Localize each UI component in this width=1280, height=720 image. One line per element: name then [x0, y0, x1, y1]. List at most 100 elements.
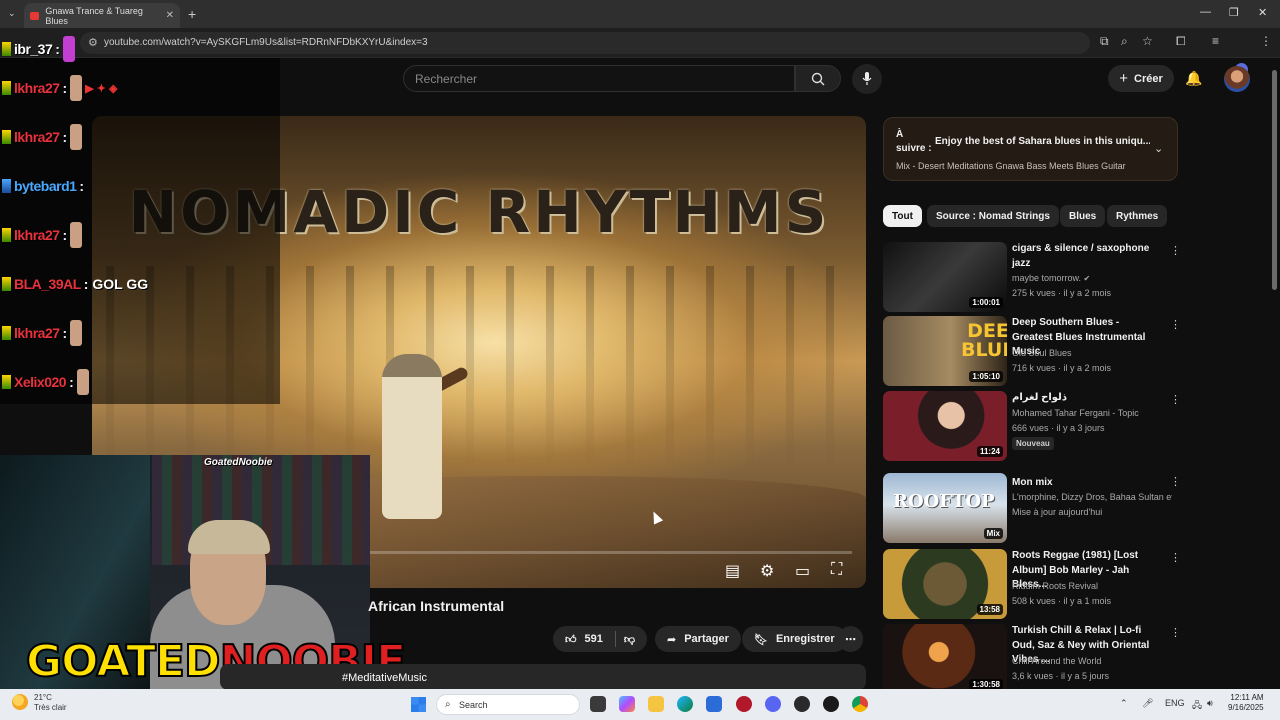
extensions-icon[interactable]: ⧠ — [1176, 34, 1186, 49]
language-indicator[interactable]: ENG — [1165, 698, 1185, 708]
more-vertical-icon[interactable]: ⋮ — [1170, 551, 1181, 564]
recommendation-thumbnail[interactable]: 11:24 — [883, 391, 1007, 461]
webcam-name-tag: GoatedNoobie — [204, 457, 273, 468]
weather-temp: 21°C — [34, 693, 52, 702]
chat-message: ibr_37 : — [2, 34, 75, 64]
notifications-bell-icon[interactable]: 🔔 — [1185, 70, 1202, 87]
browser-tab-active[interactable]: Gnawa Trance & Tuareg Blues ✕ — [24, 3, 180, 28]
chat-badge-icon — [2, 130, 11, 144]
chat-badge-icon — [2, 277, 11, 291]
weather-sun-icon[interactable] — [12, 694, 28, 710]
recommendation-item[interactable]: 1:30:58 Turkish Chill & Relax | Lo-fi Ou… — [883, 624, 1181, 694]
more-actions-button[interactable]: ⋯ — [838, 626, 863, 652]
tray-mic-icon[interactable]: 🎤︎ — [1142, 698, 1153, 709]
discord-icon[interactable] — [765, 696, 781, 712]
maximize-icon[interactable]: ❐ — [1229, 6, 1239, 19]
recommendation-item[interactable]: 11:24 ذلواح لغرام Mohamed Tahar Fergani … — [883, 391, 1181, 461]
browser-menu-icon[interactable]: ⋮ — [1260, 34, 1272, 48]
recommendation-item[interactable]: 1:00:01 cigars & silence / saxophone jaz… — [883, 242, 1181, 312]
tray-volume-icon[interactable]: 🔊︎ — [1207, 698, 1213, 709]
youtube-favicon-icon — [30, 11, 40, 20]
chat-badge-icon — [2, 228, 11, 242]
app-red-icon[interactable] — [736, 696, 752, 712]
window-close-icon[interactable]: ✕ — [1258, 6, 1267, 19]
recommendation-thumbnail[interactable]: 1:00:01 — [883, 242, 1007, 312]
chat-emote-icon — [70, 222, 83, 248]
more-vertical-icon[interactable]: ⋮ — [1170, 244, 1181, 257]
tab-list-icon[interactable]: ⌄ — [8, 8, 16, 19]
file-explorer-icon[interactable] — [648, 696, 664, 712]
tray-network-icon[interactable]: 🖧︎ — [1192, 698, 1202, 714]
recommendation-meta: 716 k vues · il y a 2 mois — [1012, 363, 1112, 373]
recommendation-item[interactable]: ROOFTOP Mix Mon mix L'morphine, Dizzy Dr… — [883, 473, 1181, 543]
weather-widget[interactable]: 21°C Très clair — [34, 693, 67, 714]
copilot-icon[interactable] — [619, 696, 635, 712]
thumbs-down-icon[interactable]: 👎︎ — [624, 633, 635, 646]
recommendation-item[interactable]: DEEPBLUES 1:05:10 Deep Southern Blues - … — [883, 316, 1181, 386]
task-view-icon[interactable] — [590, 696, 606, 712]
chrome-icon[interactable] — [852, 696, 868, 712]
tab-close-icon[interactable]: ✕ — [166, 10, 174, 21]
store-icon[interactable] — [706, 696, 722, 712]
chat-message: lkhra27 : — [2, 220, 83, 250]
address-bar-row: ⚙ youtube.com/watch?v=AySKGFLm9Us&list=R… — [0, 28, 1280, 76]
page-scrollbar[interactable] — [1270, 60, 1278, 688]
media-control-icon[interactable]: ≡ — [1212, 34, 1219, 48]
more-vertical-icon[interactable]: ⋮ — [1170, 393, 1181, 406]
description-box[interactable]: #MeditativeMusic — [220, 664, 866, 690]
chat-emote-icon — [62, 36, 75, 62]
create-button[interactable]: + Créer — [1108, 65, 1174, 92]
fullscreen-icon[interactable]: ⛶ — [831, 561, 842, 579]
more-vertical-icon[interactable]: ⋮ — [1170, 318, 1181, 331]
share-button[interactable]: ➦ Partager — [655, 626, 741, 652]
theater-mode-icon[interactable]: ▭ — [795, 561, 810, 581]
edge-browser-icon[interactable] — [677, 696, 693, 712]
recommendation-item[interactable]: 13:58 Roots Reggae (1981) [Lost Album] B… — [883, 549, 1181, 619]
search-input[interactable]: Rechercher — [403, 65, 795, 92]
verified-icon: ✔ — [1083, 274, 1091, 283]
video-progress-bar[interactable] — [362, 551, 852, 554]
subtitles-icon[interactable]: ▤ — [725, 561, 740, 581]
voice-search-button[interactable] — [852, 64, 882, 94]
scrollbar-thumb[interactable] — [1272, 70, 1277, 290]
plus-icon: + — [1119, 70, 1128, 87]
site-info-icon[interactable]: ⚙ — [88, 36, 98, 49]
description-hashtag[interactable]: #MeditativeMusic — [342, 672, 427, 684]
tray-overflow-icon[interactable]: ⌃ — [1120, 698, 1128, 709]
search-icon — [811, 72, 825, 85]
zoom-icon[interactable]: ⌕ — [1121, 34, 1128, 49]
url-field[interactable]: ⚙ youtube.com/watch?v=AySKGFLm9Us&list=R… — [80, 32, 1090, 54]
browser-tab-bar: ⌄ Gnawa Trance & Tuareg Blues ✕ + — ❐ ✕ — [0, 0, 1280, 28]
recommendation-thumbnail[interactable]: ROOFTOP Mix — [883, 473, 1007, 543]
chip-rhythms[interactable]: Rythmes — [1107, 205, 1168, 227]
taskbar-clock[interactable]: 12:11 AM 9/16/2025 — [1228, 693, 1264, 714]
like-button[interactable]: 👍︎ 591 👎︎ — [553, 626, 648, 652]
duration-badge: 1:00:01 — [969, 297, 1003, 308]
settings-gear-icon[interactable]: ⚙ — [760, 561, 774, 581]
url-text: youtube.com/watch?v=AySKGFLm9Us&list=RDR… — [104, 37, 428, 48]
recommendation-thumbnail[interactable]: DEEPBLUES 1:05:10 — [883, 316, 1007, 386]
save-button[interactable]: 🔖︎ Enregistrer — [742, 626, 847, 652]
install-app-icon[interactable]: ⧉ — [1100, 34, 1109, 49]
recommendation-thumbnail[interactable]: 1:30:58 — [883, 624, 1007, 694]
recommendation-thumbnail[interactable]: 13:58 — [883, 549, 1007, 619]
minimize-icon[interactable]: — — [1200, 6, 1211, 18]
chat-emote-icon — [70, 124, 83, 150]
new-tab-icon[interactable]: + — [188, 6, 196, 22]
recommendation-channel: Mohamed Tahar Fergani - Topic — [1012, 408, 1139, 418]
up-next-panel[interactable]: À suivre : Enjoy the best of Sahara blue… — [883, 117, 1178, 181]
search-button[interactable] — [795, 65, 841, 92]
obs-icon[interactable] — [823, 696, 839, 712]
chip-all[interactable]: Tout — [883, 205, 922, 227]
windows-start-icon[interactable] — [411, 697, 426, 712]
more-vertical-icon[interactable]: ⋮ — [1170, 475, 1181, 488]
chevron-down-icon[interactable]: ⌄ — [1154, 142, 1163, 155]
app-dark-icon[interactable] — [794, 696, 810, 712]
more-vertical-icon[interactable]: ⋮ — [1170, 626, 1181, 639]
bookmark-star-icon[interactable]: ☆ — [1142, 34, 1153, 48]
taskbar-search[interactable]: ⌕ Search — [436, 694, 580, 715]
chip-blues[interactable]: Blues — [1060, 205, 1106, 227]
account-avatar[interactable] — [1224, 66, 1250, 92]
up-next-subtitle: Mix - Desert Meditations Gnawa Bass Meet… — [896, 161, 1126, 171]
chip-source[interactable]: Source : Nomad Strings — [927, 205, 1059, 227]
